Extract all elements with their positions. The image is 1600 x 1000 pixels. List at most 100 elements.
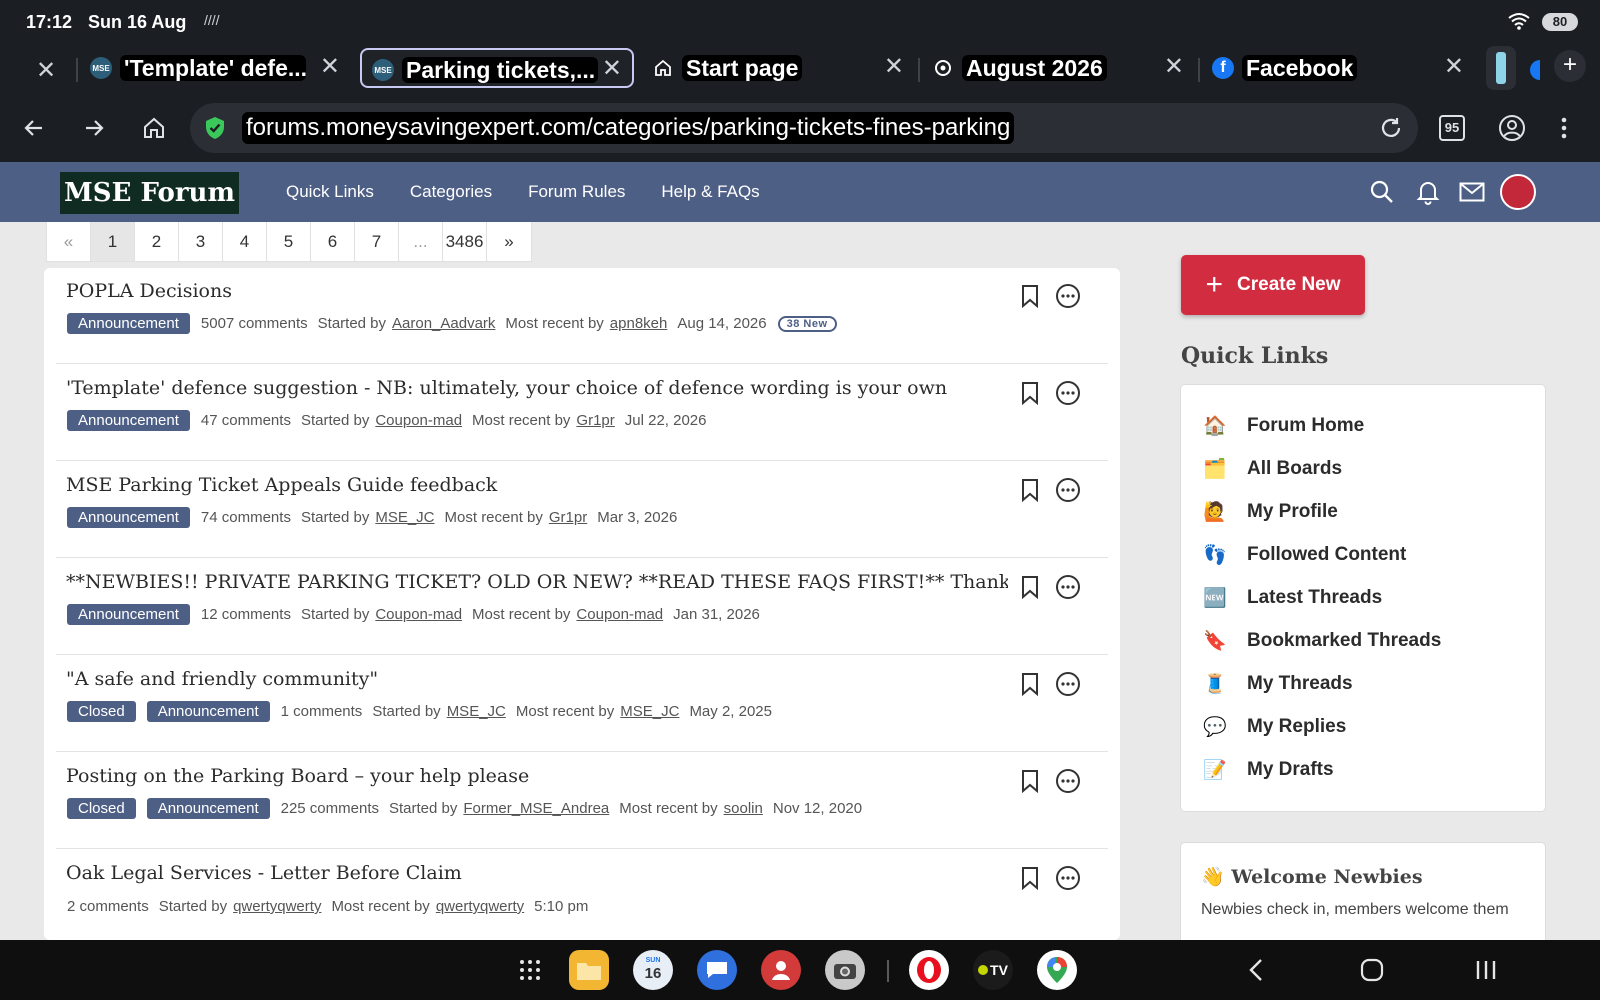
tab-overflow-facebook[interactable]	[1530, 60, 1540, 80]
pagination-page-3[interactable]: 3	[179, 222, 223, 261]
messages-app-icon[interactable]	[697, 950, 737, 990]
ee-tv-app-icon[interactable]: TV	[973, 950, 1013, 990]
account-icon[interactable]	[1494, 110, 1530, 146]
maps-app-icon[interactable]	[1037, 950, 1077, 990]
bookmark-icon[interactable]	[1016, 573, 1044, 601]
pagination-page-6[interactable]: 6	[311, 222, 355, 261]
recent-user-link[interactable]: qwertyqwerty	[436, 898, 524, 915]
bookmark-icon[interactable]	[1016, 767, 1044, 795]
nav-help-faqs[interactable]: Help & FAQs	[661, 182, 759, 202]
bookmark-icon[interactable]	[1016, 282, 1044, 310]
pagination-page-7[interactable]: 7	[355, 222, 399, 261]
author-link[interactable]: Former_MSE_Andrea	[463, 800, 609, 817]
system-recents-button[interactable]	[1470, 954, 1502, 986]
bookmark-icon[interactable]	[1016, 379, 1044, 407]
bookmark-icon[interactable]	[1016, 864, 1044, 892]
tab-august-2026[interactable]: August 2026 ✕	[922, 48, 1194, 88]
more-options-icon[interactable]	[1054, 379, 1082, 407]
more-options-icon[interactable]	[1054, 864, 1082, 892]
pagination-page-last[interactable]: 3486	[443, 222, 487, 261]
url-text[interactable]: forums.moneysavingexpert.com/categories/…	[242, 112, 1015, 144]
tab-template-defence[interactable]: MSE 'Template' defe... ✕	[80, 48, 350, 88]
close-icon[interactable]: ✕	[1444, 54, 1464, 80]
recent-user-link[interactable]: MSE_JC	[620, 703, 679, 720]
author-link[interactable]: Coupon-mad	[375, 412, 462, 429]
camera-app-icon[interactable]	[825, 950, 865, 990]
author-link[interactable]: qwertyqwerty	[233, 898, 321, 915]
files-app-icon[interactable]	[569, 950, 609, 990]
opera-app-icon[interactable]	[909, 950, 949, 990]
more-options-icon[interactable]	[1054, 767, 1082, 795]
bookmark-icon[interactable]	[1016, 670, 1044, 698]
pagination-prev[interactable]: «	[47, 222, 91, 261]
system-back-button[interactable]	[1240, 954, 1272, 986]
quick-link-my-drafts[interactable]: 📝 My Drafts	[1203, 755, 1334, 785]
avatar[interactable]	[1500, 174, 1536, 210]
tab-count-button[interactable]: 95	[1434, 110, 1470, 146]
thread-row[interactable]: MSE Parking Ticket Appeals Guide feedbac…	[56, 462, 1108, 558]
back-button[interactable]	[16, 110, 52, 146]
address-bar[interactable]: forums.moneysavingexpert.com/categories/…	[190, 103, 1418, 153]
thread-row[interactable]: 'Template' defence suggestion - NB: ulti…	[56, 365, 1108, 461]
pagination-page-5[interactable]: 5	[267, 222, 311, 261]
thread-title[interactable]: "A safe and friendly community"	[66, 668, 378, 690]
thread-title[interactable]: 'Template' defence suggestion - NB: ulti…	[66, 377, 947, 399]
site-logo[interactable]: MSE Forum	[60, 172, 239, 214]
forward-button[interactable]	[76, 110, 112, 146]
tab-facebook[interactable]: f Facebook ✕	[1202, 48, 1474, 88]
home-button[interactable]	[136, 110, 172, 146]
new-tab-button[interactable]: +	[1554, 50, 1586, 82]
author-link[interactable]: MSE_JC	[375, 509, 434, 526]
quick-link-latest-threads[interactable]: 🆕 Latest Threads	[1203, 583, 1382, 613]
thread-row[interactable]: "A safe and friendly community" Closed A…	[56, 656, 1108, 752]
nav-categories[interactable]: Categories	[410, 182, 492, 202]
close-icon[interactable]: ✕	[884, 54, 904, 80]
close-icon[interactable]: ✕	[1164, 54, 1184, 80]
contacts-app-icon[interactable]	[761, 950, 801, 990]
more-options-icon[interactable]	[1054, 282, 1082, 310]
quick-link-bookmarked-threads[interactable]: 🔖 Bookmarked Threads	[1203, 626, 1441, 656]
pagination-page-4[interactable]: 4	[223, 222, 267, 261]
recent-user-link[interactable]: Gr1pr	[576, 412, 614, 429]
close-icon[interactable]: ✕	[602, 56, 622, 82]
close-icon[interactable]: ✕	[36, 56, 56, 85]
welcome-title[interactable]: 👋 Welcome Newbies	[1201, 865, 1423, 888]
quick-link-all-boards[interactable]: 🗂️ All Boards	[1203, 454, 1342, 484]
thread-title[interactable]: Posting on the Parking Board – your help…	[66, 765, 529, 787]
system-home-button[interactable]	[1356, 954, 1388, 986]
bookmark-icon[interactable]	[1016, 476, 1044, 504]
quick-link-my-replies[interactable]: 💬 My Replies	[1203, 712, 1346, 742]
app-drawer-icon[interactable]	[510, 950, 550, 990]
thread-row[interactable]: POPLA Decisions Announcement 5007 commen…	[56, 268, 1108, 364]
quick-link-my-threads[interactable]: 🧵 My Threads	[1203, 669, 1353, 699]
nav-quick-links[interactable]: Quick Links	[286, 182, 374, 202]
quick-link-my-profile[interactable]: 🙋 My Profile	[1203, 497, 1338, 527]
pagination-page-2[interactable]: 2	[135, 222, 179, 261]
pagination-page-1[interactable]: 1	[91, 222, 135, 261]
tab-overflow-preview[interactable]	[1486, 46, 1516, 90]
reload-icon[interactable]	[1378, 115, 1404, 146]
quick-link-followed-content[interactable]: 👣 Followed Content	[1203, 540, 1406, 570]
close-icon[interactable]: ✕	[320, 54, 340, 80]
thread-title[interactable]: MSE Parking Ticket Appeals Guide feedbac…	[66, 474, 497, 496]
thread-title[interactable]: **NEWBIES!! PRIVATE PARKING TICKET? OLD …	[66, 571, 1008, 593]
recent-user-link[interactable]: soolin	[724, 800, 763, 817]
tab-parking-tickets[interactable]: MSE Parking tickets,... ✕	[360, 48, 634, 88]
author-link[interactable]: MSE_JC	[447, 703, 506, 720]
thread-row[interactable]: Posting on the Parking Board – your help…	[56, 753, 1108, 849]
more-options-icon[interactable]	[1054, 670, 1082, 698]
notification-bell-icon[interactable]	[1412, 176, 1444, 208]
search-icon[interactable]	[1366, 176, 1398, 208]
more-options-icon[interactable]	[1054, 476, 1082, 504]
recent-user-link[interactable]: apn8keh	[610, 315, 668, 332]
thread-row[interactable]: Oak Legal Services - Letter Before Claim…	[56, 850, 1108, 940]
nav-forum-rules[interactable]: Forum Rules	[528, 182, 625, 202]
pagination-next[interactable]: »	[487, 222, 531, 261]
more-options-icon[interactable]	[1054, 573, 1082, 601]
messages-envelope-icon[interactable]	[1456, 176, 1488, 208]
thread-row[interactable]: **NEWBIES!! PRIVATE PARKING TICKET? OLD …	[56, 559, 1108, 655]
menu-icon[interactable]	[1546, 110, 1582, 146]
thread-title[interactable]: POPLA Decisions	[66, 280, 232, 302]
create-new-button[interactable]: + Create New	[1181, 255, 1365, 315]
author-link[interactable]: Coupon-mad	[375, 606, 462, 623]
